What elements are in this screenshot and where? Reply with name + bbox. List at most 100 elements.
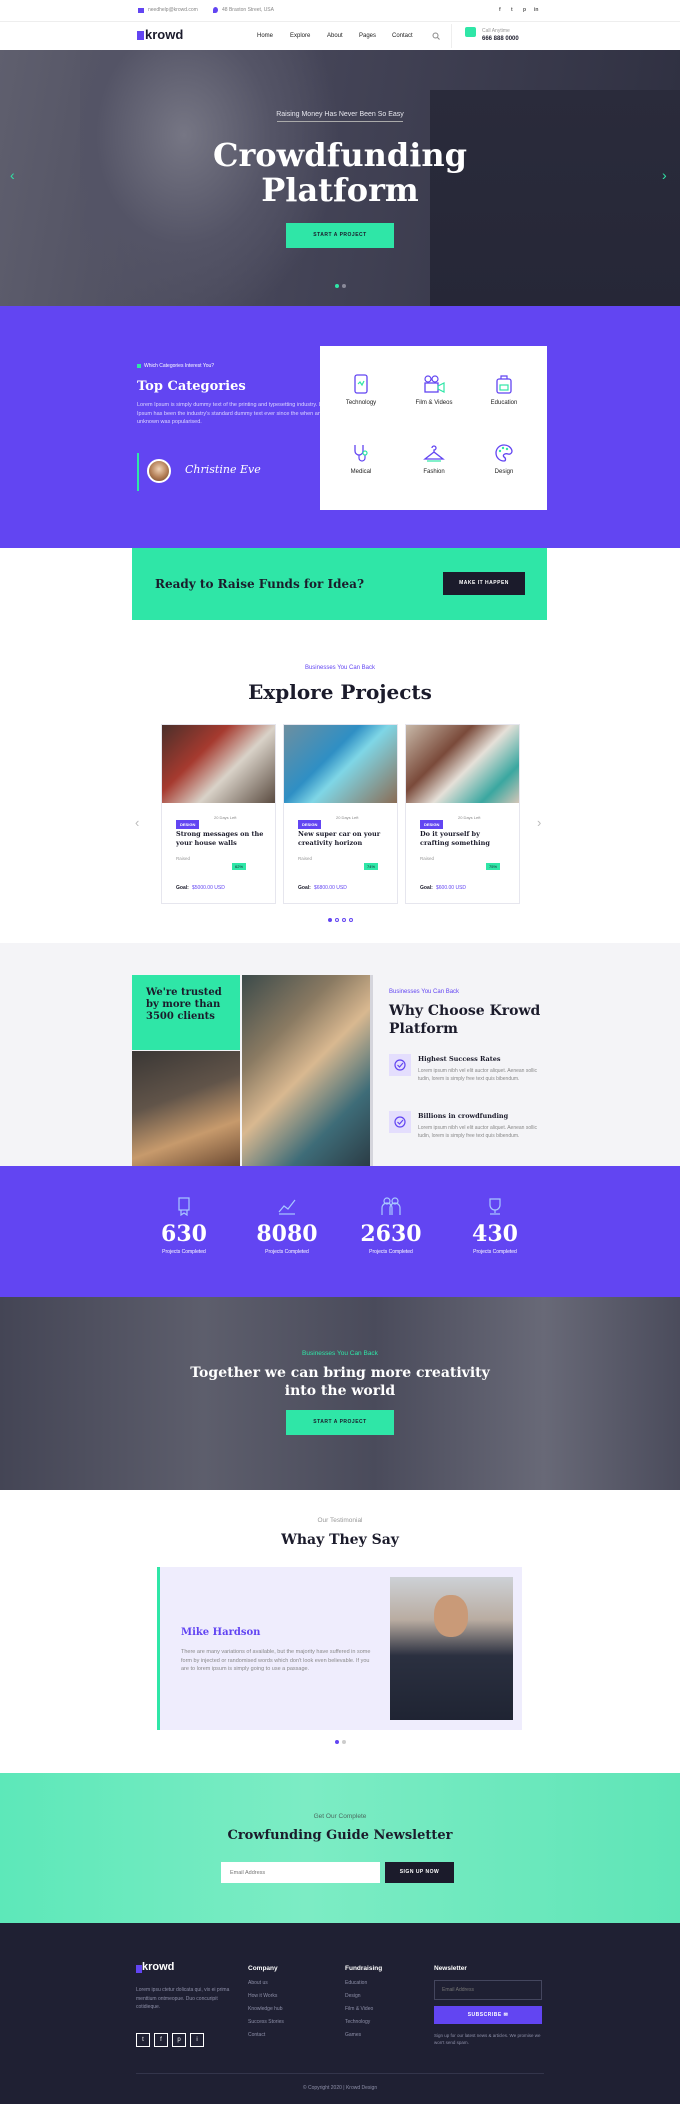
project-tag[interactable]: DESIGN [298,820,322,829]
nav-pages[interactable]: Pages [359,33,376,39]
twitter-icon[interactable]: t [136,2033,150,2047]
nav-about[interactable]: About [327,33,343,39]
stat-number: 630 [161,1221,207,1247]
nav-contact[interactable]: Contact [392,33,413,39]
twitter-icon[interactable]: t [511,7,513,13]
footer-link[interactable]: Success Stories [248,2019,284,2025]
logo[interactable]: krowd [145,27,183,42]
category-fashion[interactable]: Fashion [404,443,464,475]
hero-tagline-underline [277,121,403,122]
project-title[interactable]: New super car on your creativity horizon [298,830,386,848]
stat-label: Projects Completed [265,1249,309,1255]
pinterest-icon[interactable]: p [523,7,526,13]
hero-next-arrow-icon[interactable]: › [662,167,667,183]
stat-item: 2630 Projects Completed [351,1196,431,1255]
copyright: © Copyright 2020 | Krowd Design [302,2085,378,2091]
footer-link[interactable]: Contact [248,2032,284,2038]
project-days-left: 20 Days Left [458,815,481,820]
footer-logo[interactable]: krowd [142,1961,174,1973]
hero-dot[interactable] [342,284,346,288]
project-goal: $6800.00 USD [314,885,347,891]
topbar-email[interactable]: needhelp@krowd.com [148,7,198,13]
sign-up-button[interactable]: SIGN UP NOW [385,1862,454,1883]
nav-home[interactable]: Home [257,33,273,39]
hero-dot-active[interactable] [335,284,339,288]
project-image [162,725,275,803]
footer-link[interactable]: About us [248,1980,284,1986]
footer-link[interactable]: Design [345,1993,382,1999]
footer-link[interactable]: Education [345,1980,382,1986]
newsletter-email-input[interactable] [221,1862,380,1883]
logo-mark-icon [137,31,144,40]
projects-dot[interactable] [342,918,346,922]
make-it-happen-button[interactable]: MAKE IT HAPPEN [443,572,525,595]
footer-link[interactable]: Film & Video [345,2006,382,2012]
project-tag[interactable]: DESIGN [420,820,444,829]
category-education[interactable]: Education [474,374,534,406]
projects-prev-arrow-icon[interactable]: ‹ [135,815,139,830]
project-image [406,725,519,803]
projects-dot[interactable] [349,918,353,922]
projects-dot-active[interactable] [328,918,332,922]
stat-item: 8080 Projects Completed [247,1196,327,1255]
footer-link[interactable]: Games [345,2032,382,2038]
category-label: Design [494,469,514,475]
footer-link[interactable]: Technology [345,2019,382,2025]
category-film-videos[interactable]: Film & Videos [404,374,464,406]
category-medical[interactable]: Medical [331,443,391,475]
footer-fundraising: Fundraising Education Design Film & Vide… [345,1965,382,2045]
feature-1-text: Lorem ipsum nibh vel elit auctor aliquet… [418,1068,537,1082]
stat-number: 430 [472,1221,518,1247]
testimonial-title: Whay They Say [281,1532,399,1548]
categories-card: Technology Film & Videos Education Medic… [320,346,547,510]
footer-email-input[interactable] [434,1980,542,2000]
hero-tagline: Raising Money Has Never Been So Easy [276,111,404,118]
hero-title-line1: Crowdfunding [212,136,468,174]
project-days-left: 20 Days Left [214,815,237,820]
search-icon[interactable] [432,32,440,40]
footer-link[interactable]: Knowledge hub [248,2006,284,2012]
category-label: Fashion [423,469,445,475]
instagram-icon[interactable]: in [534,7,538,13]
category-technology[interactable]: Technology [331,374,391,406]
phone-number[interactable]: 666 888 0000 [482,36,519,42]
cta-title: Ready to Raise Funds for Idea? [155,577,364,591]
stat-item: 430 Projects Completed [455,1196,535,1255]
facebook-icon[interactable]: f [499,7,501,13]
video-camera-icon [424,375,445,393]
category-design[interactable]: Design [474,443,534,475]
nav-explore[interactable]: Explore [290,33,310,39]
project-tag[interactable]: DESIGN [176,820,200,829]
project-image [284,725,397,803]
projects-dot[interactable] [335,918,339,922]
project-card[interactable]: DESIGN 20 Days Left Do it yourself by cr… [405,724,520,954]
footer-about: Lorem ipsu ctetur dolicata qui, vix ei p… [136,1987,230,2010]
project-goal: $600.00 USD [436,885,467,891]
newsletter-eyebrow: Get Our Complete [313,1813,367,1820]
footer-link[interactable]: How it Works [248,1993,284,1999]
testimonial-dot[interactable] [342,1740,346,1744]
creativity-banner: Businesses You Can Back Together we can … [0,1297,680,1490]
facebook-icon[interactable]: f [154,2033,168,2047]
subscribe-button[interactable]: SUBSCRIBE ✉ [434,2006,542,2024]
project-raised: Raised [176,856,191,861]
project-title[interactable]: Do it yourself by crafting something [420,830,508,848]
footer-divider [136,2073,544,2074]
hero-prev-arrow-icon[interactable]: ‹ [10,167,15,183]
testimonial-card: Mike Hardson There are many variations o… [157,1567,522,1730]
banner-start-project-button[interactable]: START A PROJECT [286,1410,394,1435]
hero-start-project-button[interactable]: START A PROJECT [286,223,394,248]
categories-text: Lorem Ipsum is simply dummy text of the … [137,402,335,425]
projects-next-arrow-icon[interactable]: › [537,815,541,830]
project-title[interactable]: Strong messages on the your house walls [176,830,264,848]
avatar [147,459,171,483]
instagram-icon[interactable]: i [190,2033,204,2047]
stat-label: Projects Completed [162,1249,206,1255]
pinterest-icon[interactable]: p [172,2033,186,2047]
categories-eyebrow: Which Categories Interest You? [144,363,215,369]
testimonial-dot-active[interactable] [335,1740,339,1744]
project-card[interactable]: DESIGN 20 Days Left Strong messages on t… [161,724,276,954]
backpack-icon [496,375,512,394]
project-card[interactable]: DESIGN 20 Days Left New super car on you… [283,724,398,954]
project-raised: Raised [298,856,313,861]
